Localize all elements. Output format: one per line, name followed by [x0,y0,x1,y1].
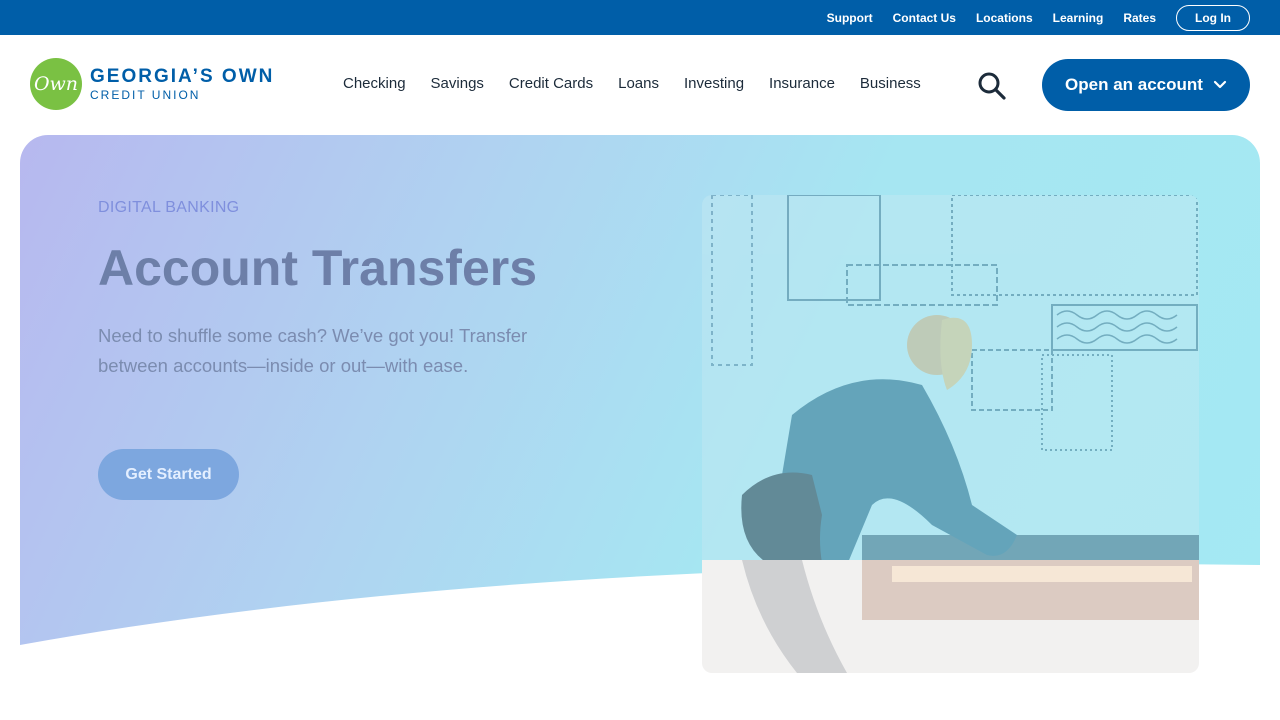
logo[interactable]: Own GEORGIA’S OWN CREDIT UNION [30,58,274,110]
nav-item-insurance[interactable]: Insurance [769,75,835,92]
hero-photo-lower-illustration [702,560,1199,673]
hero-eyebrow: DIGITAL BANKING [98,199,240,216]
chevron-down-icon [1213,80,1227,89]
logo-line1: GEORGIA’S OWN [90,66,275,87]
hero-body: Need to shuffle some cash? We’ve got you… [98,325,528,376]
nav-item-savings[interactable]: Savings [431,75,484,92]
logo-text: GEORGIA’S OWN CREDIT UNION [90,67,274,101]
hero-title: Account Transfers [98,240,538,296]
nav-item-business[interactable]: Business [860,75,921,92]
main-nav: Checking Savings Credit Cards Loans Inve… [343,75,946,92]
search-button[interactable] [976,71,1008,101]
utility-bar: Support Contact Us Locations Learning Ra… [0,0,1280,35]
nav-item-checking[interactable]: Checking [343,75,406,92]
main-header: Own GEORGIA’S OWN CREDIT UNION Checking … [0,35,1280,135]
logo-line2: CREDIT UNION [90,88,201,102]
nav-item-loans[interactable]: Loans [618,75,659,92]
open-account-button[interactable]: Open an account [1042,59,1250,111]
utility-link-rates[interactable]: Rates [1123,11,1156,25]
get-started-button[interactable]: Get Started [98,449,239,500]
logo-mark: Own [30,58,82,110]
nav-item-investing[interactable]: Investing [684,75,744,92]
nav-item-credit-cards[interactable]: Credit Cards [509,75,593,92]
hero-photo-lower [702,560,1199,673]
utility-link-contact-us[interactable]: Contact Us [893,11,956,25]
utility-link-support[interactable]: Support [827,11,873,25]
open-account-label: Open an account [1065,75,1203,94]
utility-link-learning[interactable]: Learning [1053,11,1104,25]
search-icon [978,72,1006,100]
login-button[interactable]: Log In [1176,4,1250,31]
utility-link-locations[interactable]: Locations [976,11,1033,25]
